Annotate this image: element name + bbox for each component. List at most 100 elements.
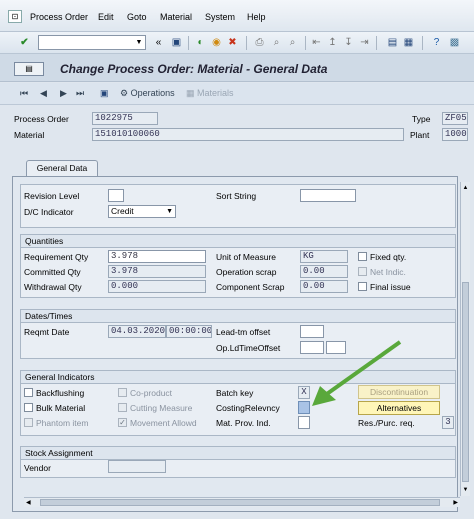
operation-scrap-label: Operation scrap [216, 267, 277, 277]
vertical-scrollbar[interactable]: ▲ ▼ [460, 182, 470, 496]
last-page-icon[interactable]: ⇥ [358, 36, 371, 49]
sap-logo-icon[interactable]: ⊡ [8, 10, 22, 23]
menu-help[interactable]: Help [247, 12, 266, 22]
movement-allowed-checkbox: ✓ [118, 418, 127, 427]
plant-field[interactable]: 1000 [442, 128, 468, 141]
horizontal-scroll-thumb[interactable] [40, 499, 440, 506]
help-icon[interactable]: ? [430, 36, 443, 49]
screen-icon: ▤ [14, 62, 44, 76]
dates-title: Dates/Times [21, 310, 455, 323]
prev-item-icon[interactable]: ◀ [40, 88, 47, 99]
title-bar: ▤ Change Process Order: Material - Gener… [0, 54, 474, 82]
toolbar-separator [246, 36, 247, 50]
withdrawal-qty-label: Withdrawal Qty [24, 282, 82, 292]
tab-general-data[interactable]: General Data [26, 160, 98, 176]
cancel-icon[interactable]: ✖ [226, 36, 239, 49]
reqmt-date-field[interactable]: 04.03.2020 [108, 325, 166, 338]
type-field[interactable]: ZF05 [442, 112, 468, 125]
quantities-title: Quantities [21, 235, 455, 248]
mat-prov-ind-label: Mat. Prov. Ind. [216, 418, 271, 428]
next-item-icon[interactable]: ▶ [60, 88, 67, 99]
chevron-down-icon[interactable]: ▼ [166, 206, 173, 217]
costing-relevancy-label: CostingRelevncy [216, 403, 280, 413]
menu-bar: ⊡ Process Order Edit Goto Material Syste… [0, 0, 474, 32]
operation-scrap-field: 0.00 [300, 265, 348, 278]
save-icon[interactable]: ▣ [170, 36, 183, 49]
exit-icon[interactable]: ◉ [210, 36, 223, 49]
first-item-icon[interactable]: ⏮ [20, 88, 28, 99]
scroll-up-icon[interactable]: ▲ [462, 184, 469, 192]
new-session-icon[interactable]: ▤ [386, 36, 399, 49]
res-purc-req-field[interactable]: 3 [442, 416, 454, 429]
component-scrap-label: Component Scrap [216, 282, 285, 292]
withdrawal-qty-field: 0.000 [108, 280, 206, 293]
menu-goto[interactable]: Goto [127, 12, 147, 22]
co-product-label: Co-product [130, 388, 173, 398]
material-label: Material [14, 130, 45, 140]
fixed-qty-checkbox[interactable] [358, 252, 367, 261]
res-purc-req-label: Res./Purc. req. [358, 418, 415, 428]
material-field[interactable]: 151010100060 [92, 128, 404, 141]
application-toolbar: ⏮ ◀ ▶ ⏭ ▣ ⚙ Operations ▦ Materials [0, 83, 474, 105]
component-scrap-field: 0.00 [300, 280, 348, 293]
overview-icon[interactable]: ▣ [100, 88, 109, 99]
last-item-icon[interactable]: ⏭ [76, 88, 84, 99]
find-next-icon[interactable]: ⌕ [286, 36, 299, 49]
collapse-icon[interactable]: « [152, 36, 165, 49]
standard-toolbar: ✔ ▼ « ▣ ◐ ◉ ✖ ⎙ ⌕ ⌕ ⇤ ↥ ↧ ⇥ ▤ ▦ ? ▩ [0, 32, 474, 54]
menu-process-order[interactable]: Process Order [30, 12, 88, 22]
revision-level-field[interactable] [108, 189, 124, 202]
print-icon[interactable]: ⎙ [253, 36, 266, 49]
vendor-field[interactable] [108, 460, 166, 473]
horizontal-scrollbar[interactable]: ◀ ▶ [24, 497, 460, 507]
uom-field[interactable]: KG [300, 250, 348, 263]
enter-icon[interactable]: ✔ [18, 36, 31, 49]
layout-icon[interactable]: ▩ [448, 36, 461, 49]
reqmt-time-field[interactable]: 00:00:00 [166, 325, 212, 338]
bulk-material-checkbox[interactable] [24, 403, 33, 412]
final-issue-checkbox[interactable] [358, 282, 367, 291]
menu-material[interactable]: Material [160, 12, 192, 22]
prev-page-icon[interactable]: ↥ [326, 36, 339, 49]
process-order-field[interactable]: 1022975 [92, 112, 158, 125]
cutting-measure-label: Cutting Measure [130, 403, 193, 413]
toolbar-separator [188, 36, 189, 50]
shortcut-icon[interactable]: ▦ [402, 36, 415, 49]
command-field[interactable]: ▼ [38, 35, 146, 50]
first-page-icon[interactable]: ⇤ [310, 36, 323, 49]
stock-assignment-group: Stock Assignment [20, 446, 456, 478]
toolbar-separator [376, 36, 377, 50]
co-product-checkbox [118, 388, 127, 397]
scroll-right-icon[interactable]: ▶ [453, 499, 458, 507]
backflushing-checkbox[interactable] [24, 388, 33, 397]
arrow-shaft [322, 340, 402, 398]
materials-label: Materials [197, 88, 234, 98]
materials-button: ▦ Materials [186, 88, 234, 98]
vertical-scroll-thumb[interactable] [462, 282, 469, 482]
phantom-item-checkbox [24, 418, 33, 427]
back-icon[interactable]: ◐ [194, 36, 207, 49]
plant-label: Plant [410, 130, 430, 140]
requirement-qty-field[interactable]: 3.978 [108, 250, 206, 263]
dc-indicator-select[interactable]: Credit ▼ [108, 205, 176, 218]
revision-level-label: Revision Level [24, 191, 80, 201]
committed-qty-label: Committed Qty [24, 267, 81, 277]
lead-tm-offset-label: Lead-tm offset [216, 327, 271, 337]
backflushing-label: Backflushing [36, 388, 85, 398]
sort-string-label: Sort String [216, 191, 257, 201]
menu-edit[interactable]: Edit [98, 12, 114, 22]
find-icon[interactable]: ⌕ [270, 36, 283, 49]
requirement-qty-label: Requirement Qty [24, 252, 89, 262]
scroll-down-icon[interactable]: ▼ [462, 486, 469, 494]
next-page-icon[interactable]: ↧ [342, 36, 355, 49]
mat-prov-ind-field[interactable] [298, 416, 310, 429]
committed-qty-field: 3.978 [108, 265, 206, 278]
sort-string-field[interactable] [300, 189, 356, 202]
process-order-label: Process Order [14, 114, 69, 124]
chevron-down-icon[interactable]: ▼ [134, 37, 144, 48]
scroll-left-icon[interactable]: ◀ [26, 499, 31, 507]
menu-system[interactable]: System [205, 12, 235, 22]
op-ld-time-offset-label: Op.LdTimeOffset [216, 343, 281, 353]
operations-button[interactable]: ⚙ Operations [120, 88, 175, 99]
toolbar-separator [422, 36, 423, 50]
